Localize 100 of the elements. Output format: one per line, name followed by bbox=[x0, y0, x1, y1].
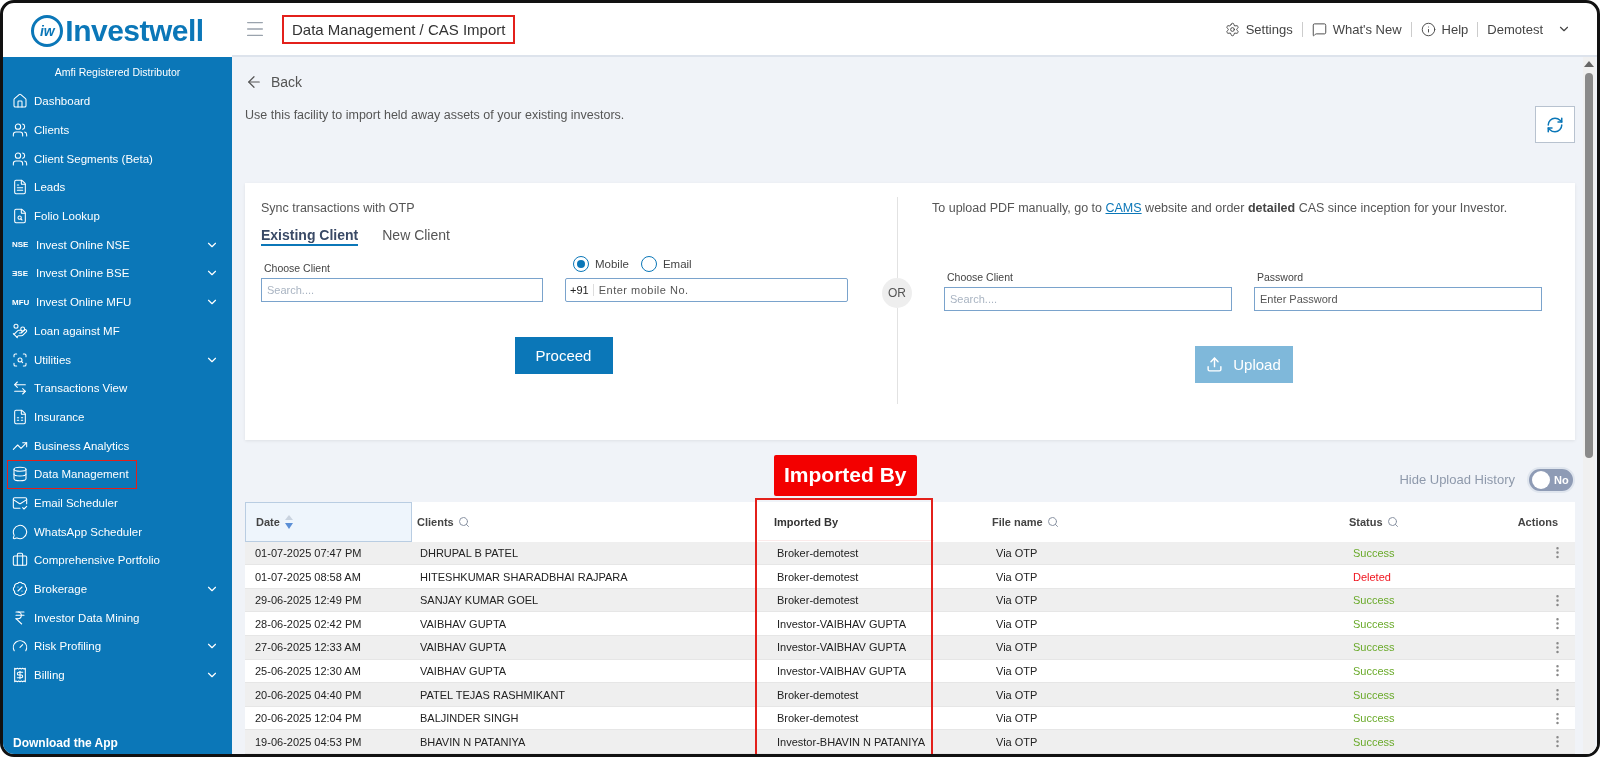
table-cell-text: Investor-VAIBHAV GUPTA bbox=[776, 663, 907, 679]
sidebar-item[interactable]: Utilities bbox=[7, 345, 226, 374]
or-label: OR bbox=[882, 277, 912, 308]
sidebar-item[interactable]: Risk Profiling bbox=[7, 632, 226, 661]
client-tab[interactable]: Existing Client bbox=[261, 227, 359, 246]
table-cell-text: SANJAY KUMAR GOEL bbox=[419, 593, 540, 609]
sidebar-footer: Download the App bbox=[3, 736, 232, 750]
sidebar-item[interactable]: Email Scheduler bbox=[7, 488, 226, 518]
sidebar-item[interactable]: WhatsApp Scheduler bbox=[7, 517, 226, 546]
header-link[interactable]: Help bbox=[1411, 21, 1479, 37]
sheet-icon bbox=[12, 408, 28, 425]
table-cell-text: Broker-demotest bbox=[776, 687, 860, 703]
table-cell-text: 20-06-2025 12:04 PM bbox=[254, 711, 363, 727]
table-cell-text: VAIBHAV GUPTA bbox=[419, 663, 508, 679]
status-cell-text: Success bbox=[1352, 711, 1396, 727]
mail-icon bbox=[12, 494, 28, 511]
document-icon bbox=[12, 179, 28, 196]
status-cell-text: Success bbox=[1352, 663, 1396, 679]
proceed-button[interactable]: Proceed bbox=[514, 337, 613, 374]
table-cell-text: Via OTP bbox=[995, 593, 1039, 609]
field-label: Choose Client bbox=[263, 262, 331, 274]
table-cell-text: Via OTP bbox=[995, 734, 1039, 750]
logo-text: Investwell bbox=[65, 14, 204, 48]
user-menu[interactable]: Demotest bbox=[1478, 21, 1571, 37]
status-cell-text: Success bbox=[1352, 545, 1396, 561]
mobile-field[interactable]: +91 Enter mobile No. bbox=[565, 278, 848, 302]
message-icon bbox=[1311, 21, 1327, 37]
briefcase-icon bbox=[12, 552, 28, 569]
table-cell-text: Investor-VAIBHAV GUPTA bbox=[776, 616, 907, 632]
refresh-button[interactable] bbox=[1535, 106, 1575, 143]
sidebar-item[interactable]: Insurance bbox=[7, 402, 226, 432]
sidebar-item[interactable]: Transactions View bbox=[7, 373, 226, 403]
exchange-tag: NSE bbox=[12, 240, 30, 250]
sidebar-caption: Amfi Registered Distributor bbox=[53, 65, 182, 80]
sidebar-item[interactable]: Client Segments (Beta) bbox=[7, 144, 226, 174]
sidebar-item[interactable]: Loan against MF bbox=[7, 316, 226, 346]
scrollbar[interactable] bbox=[1583, 57, 1595, 754]
sidebar-item[interactable]: NSE Invest Online NSE bbox=[7, 230, 226, 260]
column-header[interactable]: Date bbox=[245, 501, 412, 542]
status-cell-text: Success bbox=[1352, 687, 1396, 703]
sidebar-item[interactable]: Brokerage bbox=[7, 574, 226, 604]
header-link[interactable]: What's New bbox=[1302, 21, 1412, 37]
toggle-label: Hide Upload History bbox=[1399, 472, 1515, 488]
exchange-tag: ƎSE bbox=[12, 268, 30, 278]
contact-radio[interactable]: Email bbox=[640, 256, 692, 272]
page-description: Use this facility to import held away assets of your existing investors. bbox=[245, 108, 625, 122]
table-cell-text: Via OTP bbox=[995, 545, 1039, 561]
arrows-icon bbox=[12, 380, 28, 397]
section-title: Sync transactions with OTP bbox=[261, 201, 416, 215]
status-cell-text: Success bbox=[1352, 734, 1396, 750]
table-cell-text: DHRUPAL B PATEL bbox=[419, 545, 519, 561]
status-cell-text: Success bbox=[1352, 593, 1396, 609]
sidebar-item[interactable]: Business Analytics bbox=[7, 431, 226, 460]
upload-instructions: To upload PDF manually, go to CAMS website and order detailed CAS since inception for your Investor. bbox=[932, 201, 1509, 215]
sidebar-item[interactable]: Billing bbox=[7, 660, 226, 690]
people-icon bbox=[12, 150, 28, 167]
hand-coins-icon bbox=[12, 322, 28, 339]
client-tab[interactable]: New Client bbox=[382, 227, 450, 246]
table-cell-text: 01-07-2025 08:58 AM bbox=[254, 569, 362, 585]
sort-icon[interactable] bbox=[283, 513, 294, 530]
sidebar-item[interactable]: Clients bbox=[7, 115, 226, 145]
info-icon bbox=[1420, 21, 1436, 37]
header-link[interactable]: Settings bbox=[1215, 21, 1303, 37]
table-cell-text: Broker-demotest bbox=[776, 545, 860, 561]
sidebar-item[interactable]: MFU Invest Online MFU bbox=[7, 287, 226, 317]
chat-icon bbox=[12, 523, 28, 540]
table-cell-text: Via OTP bbox=[995, 616, 1039, 632]
contact-radio[interactable]: Mobile bbox=[573, 256, 629, 272]
sidebar-item[interactable]: Investor Data Mining bbox=[7, 603, 226, 633]
refresh-icon bbox=[1546, 115, 1564, 134]
table-cell-text: Broker-demotest bbox=[776, 569, 860, 585]
sidebar-item[interactable]: Folio Lookup bbox=[7, 201, 226, 231]
table-cell-text: Via OTP bbox=[995, 663, 1039, 679]
search-icon[interactable] bbox=[1386, 515, 1399, 528]
sidebar-item[interactable]: Data Management bbox=[7, 459, 137, 489]
settings-icon bbox=[1224, 21, 1240, 37]
sidebar-item[interactable]: Leads bbox=[7, 173, 226, 202]
table-cell-text: Via OTP bbox=[995, 711, 1039, 727]
upload-icon bbox=[1206, 356, 1224, 373]
search-icon[interactable] bbox=[457, 515, 470, 528]
history-toggle[interactable]: No bbox=[1527, 466, 1575, 493]
field-label: Choose Client bbox=[946, 271, 1014, 283]
back-link[interactable]: Back bbox=[245, 73, 303, 91]
sidebar-item[interactable]: ƎSE Invest Online BSE bbox=[7, 259, 226, 288]
table-cell-text: HITESHKUMAR SHARADBHAI RAJPARA bbox=[419, 569, 629, 585]
table-cell-text: BALJINDER SINGH bbox=[419, 711, 520, 727]
table-cell-text: Broker-demotest bbox=[776, 711, 860, 727]
percent-icon bbox=[12, 581, 28, 598]
table-cell-text: VAIBHAV GUPTA bbox=[419, 640, 508, 656]
status-cell-text: Success bbox=[1352, 640, 1396, 656]
search-icon[interactable] bbox=[1046, 515, 1059, 528]
client-search-field[interactable]: Search.... bbox=[261, 278, 543, 302]
table-cell-text: 20-06-2025 04:40 PM bbox=[254, 687, 363, 703]
logo-mark: iw bbox=[31, 15, 64, 47]
table-cell-text: Investor-BHAVIN N PATANIYA bbox=[776, 734, 927, 750]
sidebar-item[interactable]: Dashboard bbox=[7, 87, 226, 116]
table-cell-text: 29-06-2025 12:49 PM bbox=[254, 593, 363, 609]
table-cell-text: 01-07-2025 07:47 PM bbox=[254, 545, 363, 561]
house-icon bbox=[12, 93, 28, 110]
sidebar-item[interactable]: Comprehensive Portfolio bbox=[7, 546, 226, 575]
